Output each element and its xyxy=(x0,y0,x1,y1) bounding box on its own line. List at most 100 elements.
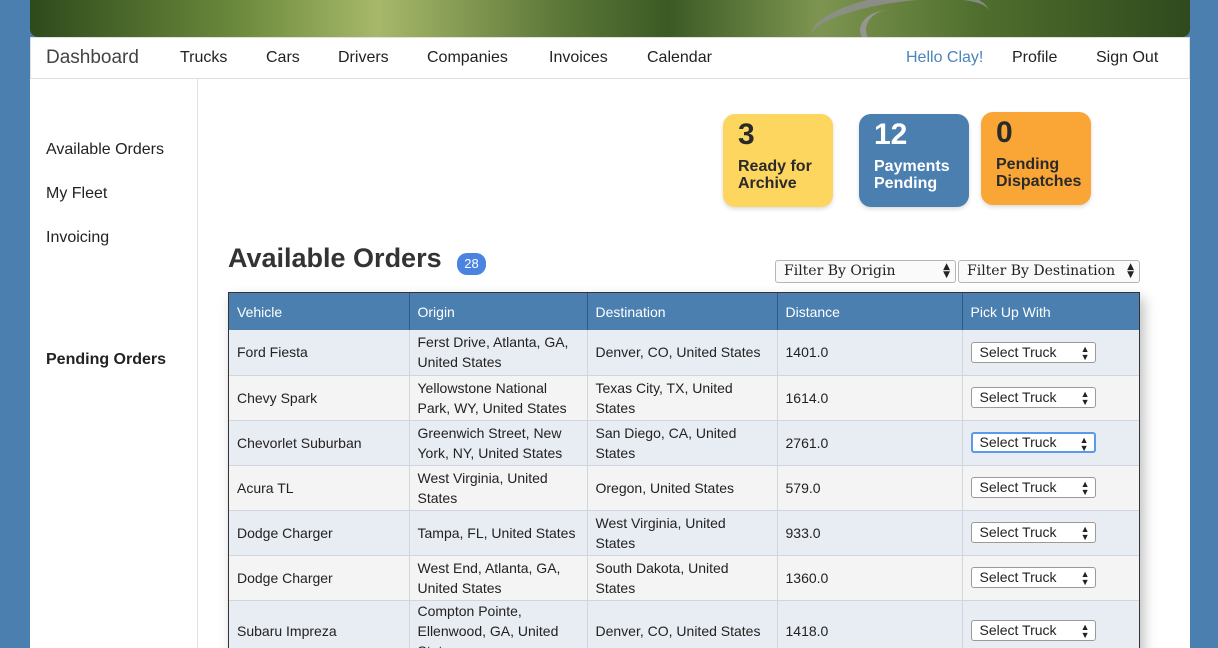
cell-distance: 1401.0 xyxy=(777,330,963,376)
card-payments-pending[interactable]: 12 Payments Pending xyxy=(859,114,969,207)
cell-distance: 579.0 xyxy=(777,465,963,511)
cell-destination: South Dakota, United States xyxy=(587,555,778,601)
table-row: Chevorlet Suburban Greenwich Street, New … xyxy=(229,420,1139,466)
header-banner-image xyxy=(30,0,1190,37)
nav-link-profile[interactable]: Profile xyxy=(1012,49,1057,67)
cell-destination: San Diego, CA, United States xyxy=(587,420,778,466)
cell-origin: Greenwich Street, New York, NY, United S… xyxy=(409,420,588,466)
select-truck-label: Select Truck xyxy=(979,389,1057,405)
cell-pick-up-with: Select Truck ▲ ▼ xyxy=(962,600,1139,648)
top-navbar: Dashboard Trucks Cars Drivers Companies … xyxy=(30,37,1190,79)
cell-pick-up-with: Select Truck ▲ ▼ xyxy=(962,330,1139,376)
column-header-distance[interactable]: Distance xyxy=(777,293,963,330)
select-arrows-icon: ▲ ▼ xyxy=(1080,622,1090,640)
select-arrows-icon: ▲ ▼ xyxy=(1080,389,1090,407)
main-page: Available Orders My Fleet Invoicing Pend… xyxy=(30,79,1190,648)
column-header-destination[interactable]: Destination xyxy=(587,293,778,330)
cell-vehicle: Dodge Charger xyxy=(229,510,410,556)
nav-link-sign-out[interactable]: Sign Out xyxy=(1096,49,1158,67)
select-arrows-icon: ▲ ▼ xyxy=(1080,343,1090,362)
sidebar-item-my-fleet[interactable]: My Fleet xyxy=(46,185,107,203)
card-label-line1: Pending xyxy=(996,156,1060,173)
table-row: Ford Fiesta Ferst Drive, Atlanta, GA, Uni… xyxy=(229,330,1139,376)
select-truck-dropdown[interactable]: Select Truck ▲ ▼ xyxy=(970,341,1096,363)
nav-link-calendar[interactable]: Calendar xyxy=(647,49,712,67)
select-arrows-icon: ▲ ▼ xyxy=(1080,569,1090,587)
nav-link-drivers[interactable]: Drivers xyxy=(338,49,389,67)
card-number: 0 xyxy=(996,116,1013,149)
select-truck-dropdown[interactable]: Select Truck ▲ ▼ xyxy=(970,432,1096,453)
cell-vehicle: Chevy Spark xyxy=(229,375,410,421)
orders-table: Vehicle Origin Destination Distance Pick… xyxy=(228,292,1140,648)
card-number: 12 xyxy=(874,118,908,151)
table-header-row: Vehicle Origin Destination Distance Pick… xyxy=(229,293,1139,330)
card-label-line1: Payments xyxy=(874,158,950,175)
table-row: Dodge Charger Tampa, FL, United States Wes… xyxy=(229,510,1139,556)
cell-pick-up-with: Select Truck ▲ ▼ xyxy=(962,375,1139,421)
cell-destination: Denver, CO, United States xyxy=(587,330,778,376)
cell-destination: West Virginia, United States xyxy=(587,510,778,556)
sidebar: Available Orders My Fleet Invoicing Pend… xyxy=(30,79,198,648)
cell-distance: 2761.0 xyxy=(777,420,963,466)
nav-link-trucks[interactable]: Trucks xyxy=(180,49,227,67)
filter-destination-select[interactable]: Filter By Destination ▲ ▼ xyxy=(958,260,1140,283)
table-row: Acura TL West Virginia, United States Oreg… xyxy=(229,465,1139,511)
select-truck-label: Select Truck xyxy=(979,622,1057,638)
sidebar-item-available-orders[interactable]: Available Orders xyxy=(46,141,164,159)
filter-origin-label: Filter By Origin xyxy=(784,263,896,279)
orders-table-body: Ford Fiesta Ferst Drive, Atlanta, GA, Uni… xyxy=(229,330,1139,648)
nav-link-companies[interactable]: Companies xyxy=(427,49,508,67)
table-row: Dodge Charger West End, Atlanta, GA, Unit… xyxy=(229,555,1139,601)
sidebar-item-pending-orders[interactable]: Pending Orders xyxy=(46,351,166,369)
select-truck-dropdown[interactable]: Select Truck ▲ ▼ xyxy=(970,522,1096,543)
cell-distance: 1614.0 xyxy=(777,375,963,421)
select-truck-label: Select Truck xyxy=(979,479,1057,495)
cell-origin: Tampa, FL, United States xyxy=(409,510,588,556)
sidebar-item-invoicing[interactable]: Invoicing xyxy=(46,229,109,247)
card-label-line2: Archive xyxy=(738,175,797,192)
select-truck-dropdown[interactable]: Select Truck ▲ ▼ xyxy=(970,387,1096,408)
table-row: Chevy Spark Yellowstone National Park, WY… xyxy=(229,375,1139,421)
cell-origin: West End, Atlanta, GA, United States xyxy=(409,555,588,601)
cell-origin: Ferst Drive, Atlanta, GA, United States xyxy=(409,330,588,376)
select-truck-dropdown[interactable]: Select Truck ▲ ▼ xyxy=(970,477,1096,498)
select-truck-label: Select Truck xyxy=(979,569,1057,585)
select-truck-label: Select Truck xyxy=(979,434,1057,450)
cell-destination: Texas City, TX, United States xyxy=(587,375,778,421)
select-arrows-icon: ▲ ▼ xyxy=(1080,479,1090,497)
nav-link-cars[interactable]: Cars xyxy=(266,49,300,67)
card-ready-for-archive[interactable]: 3 Ready for Archive xyxy=(723,114,833,207)
nav-link-invoices[interactable]: Invoices xyxy=(549,49,608,67)
table-row: Subaru Impreza Compton Pointe, Ellenwood,… xyxy=(229,600,1139,648)
select-arrows-icon: ▲ ▼ xyxy=(943,262,950,280)
cell-pick-up-with: Select Truck ▲ ▼ xyxy=(962,420,1139,466)
select-truck-label: Select Truck xyxy=(979,524,1057,540)
column-header-vehicle[interactable]: Vehicle xyxy=(229,293,410,330)
select-arrows-icon: ▲ ▼ xyxy=(1127,262,1134,280)
cell-pick-up-with: Select Truck ▲ ▼ xyxy=(962,465,1139,511)
cell-destination: Denver, CO, United States xyxy=(587,600,778,648)
nav-brand-dashboard[interactable]: Dashboard xyxy=(46,47,139,69)
page-title: Available Orders xyxy=(228,243,442,273)
card-pending-dispatches[interactable]: 0 Pending Dispatches xyxy=(981,112,1091,205)
cell-destination: Oregon, United States xyxy=(587,465,778,511)
select-arrows-icon: ▲ ▼ xyxy=(1079,435,1089,453)
filter-origin-select[interactable]: Filter By Origin ▲ ▼ xyxy=(775,260,956,283)
select-truck-dropdown[interactable]: Select Truck ▲ ▼ xyxy=(970,567,1096,588)
select-arrows-icon: ▲ ▼ xyxy=(1080,524,1090,542)
select-truck-dropdown[interactable]: Select Truck ▲ ▼ xyxy=(970,620,1096,641)
cell-origin: Compton Pointe, Ellenwood, GA, United St… xyxy=(409,600,588,648)
cell-pick-up-with: Select Truck ▲ ▼ xyxy=(962,555,1139,601)
nav-greeting[interactable]: Hello Clay! xyxy=(906,49,983,67)
column-header-pick-up-with[interactable]: Pick Up With xyxy=(962,293,1139,330)
cell-origin: Yellowstone National Park, WY, United St… xyxy=(409,375,588,421)
filter-destination-label: Filter By Destination xyxy=(967,263,1116,279)
card-number: 3 xyxy=(738,118,755,151)
cell-vehicle: Subaru Impreza xyxy=(229,600,410,648)
card-label-line2: Pending xyxy=(874,175,938,192)
cell-origin: West Virginia, United States xyxy=(409,465,588,511)
cell-pick-up-with: Select Truck ▲ ▼ xyxy=(962,510,1139,556)
cell-vehicle: Dodge Charger xyxy=(229,555,410,601)
column-header-origin[interactable]: Origin xyxy=(409,293,588,330)
cell-distance: 1360.0 xyxy=(777,555,963,601)
